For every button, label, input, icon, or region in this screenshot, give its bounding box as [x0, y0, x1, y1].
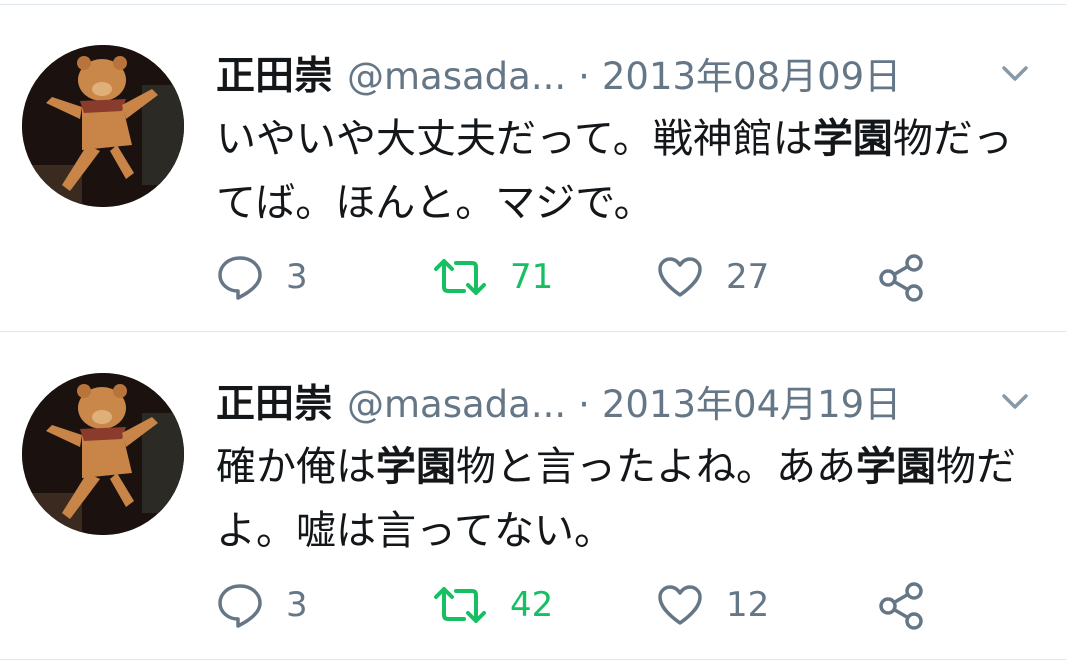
tweet[interactable]: 正田崇 @masada... · 2013年08月09日 いやいや大丈夫だって。…	[0, 5, 1066, 331]
like-button[interactable]: 12	[656, 578, 769, 632]
tweet-text-highlight: 学園	[856, 444, 936, 490]
display-name[interactable]: 正田崇	[216, 373, 333, 429]
retweet-button[interactable]: 71	[432, 250, 553, 304]
separator-dot: ·	[578, 55, 590, 98]
retweet-button[interactable]: 42	[432, 578, 553, 632]
tweet-date[interactable]: 2013年08月09日	[602, 46, 901, 100]
tweet-text-part: 物と言ったよね。ああ	[456, 444, 856, 490]
reply-icon	[218, 584, 262, 628]
user-handle[interactable]: @masada...	[347, 55, 566, 98]
like-button[interactable]: 27	[656, 250, 769, 304]
tweet-text-part: いやいや大丈夫だって。戦神館は	[216, 116, 813, 162]
heart-icon	[658, 585, 702, 625]
action-bar: 3 42 12	[216, 578, 1036, 632]
tweet-header: 正田崇 @masada... · 2013年04月19日	[216, 373, 901, 427]
heart-icon	[658, 257, 702, 297]
tweet-divider	[0, 331, 1066, 332]
chevron-down-icon[interactable]	[998, 389, 1032, 413]
share-icon	[879, 582, 923, 630]
reply-icon	[218, 256, 262, 300]
retweet-icon	[434, 587, 486, 623]
share-button[interactable]	[876, 250, 926, 304]
like-count: 12	[726, 585, 770, 625]
share-icon	[879, 254, 923, 302]
tweet-header: 正田崇 @masada... · 2013年08月09日	[216, 45, 901, 99]
avatar[interactable]	[22, 45, 184, 207]
separator-dot: ·	[578, 383, 590, 426]
avatar[interactable]	[22, 373, 184, 535]
chevron-down-icon[interactable]	[998, 61, 1032, 85]
action-bar: 3 71 27	[216, 250, 1036, 304]
reply-count: 3	[286, 257, 308, 297]
reply-count: 3	[286, 585, 308, 625]
tweet-text-highlight: 学園	[376, 444, 456, 490]
share-button[interactable]	[876, 578, 926, 632]
retweet-count: 42	[510, 585, 554, 625]
reply-button[interactable]: 3	[216, 250, 308, 304]
tweet[interactable]: 正田崇 @masada... · 2013年04月19日 確か俺は学園物と言った…	[0, 333, 1066, 659]
tweet-text: 確か俺は学園物と言ったよね。ああ学園物だよ。嘘は言ってない。	[216, 435, 1036, 563]
tweet-text-part: 確か俺は	[216, 444, 376, 490]
bear-avatar-image	[22, 373, 184, 535]
display-name[interactable]: 正田崇	[216, 45, 333, 101]
tweet-text-highlight: 学園	[812, 116, 893, 162]
tweet-date[interactable]: 2013年04月19日	[602, 374, 901, 428]
user-handle[interactable]: @masada...	[347, 383, 566, 426]
bottom-divider	[0, 659, 1066, 660]
retweet-count: 71	[510, 257, 554, 297]
tweet-text: いやいや大丈夫だって。戦神館は学園物だってば。ほんと。マジで。	[216, 107, 1036, 235]
bear-avatar-image	[22, 45, 184, 207]
like-count: 27	[726, 257, 770, 297]
reply-button[interactable]: 3	[216, 578, 308, 632]
retweet-icon	[434, 259, 486, 295]
